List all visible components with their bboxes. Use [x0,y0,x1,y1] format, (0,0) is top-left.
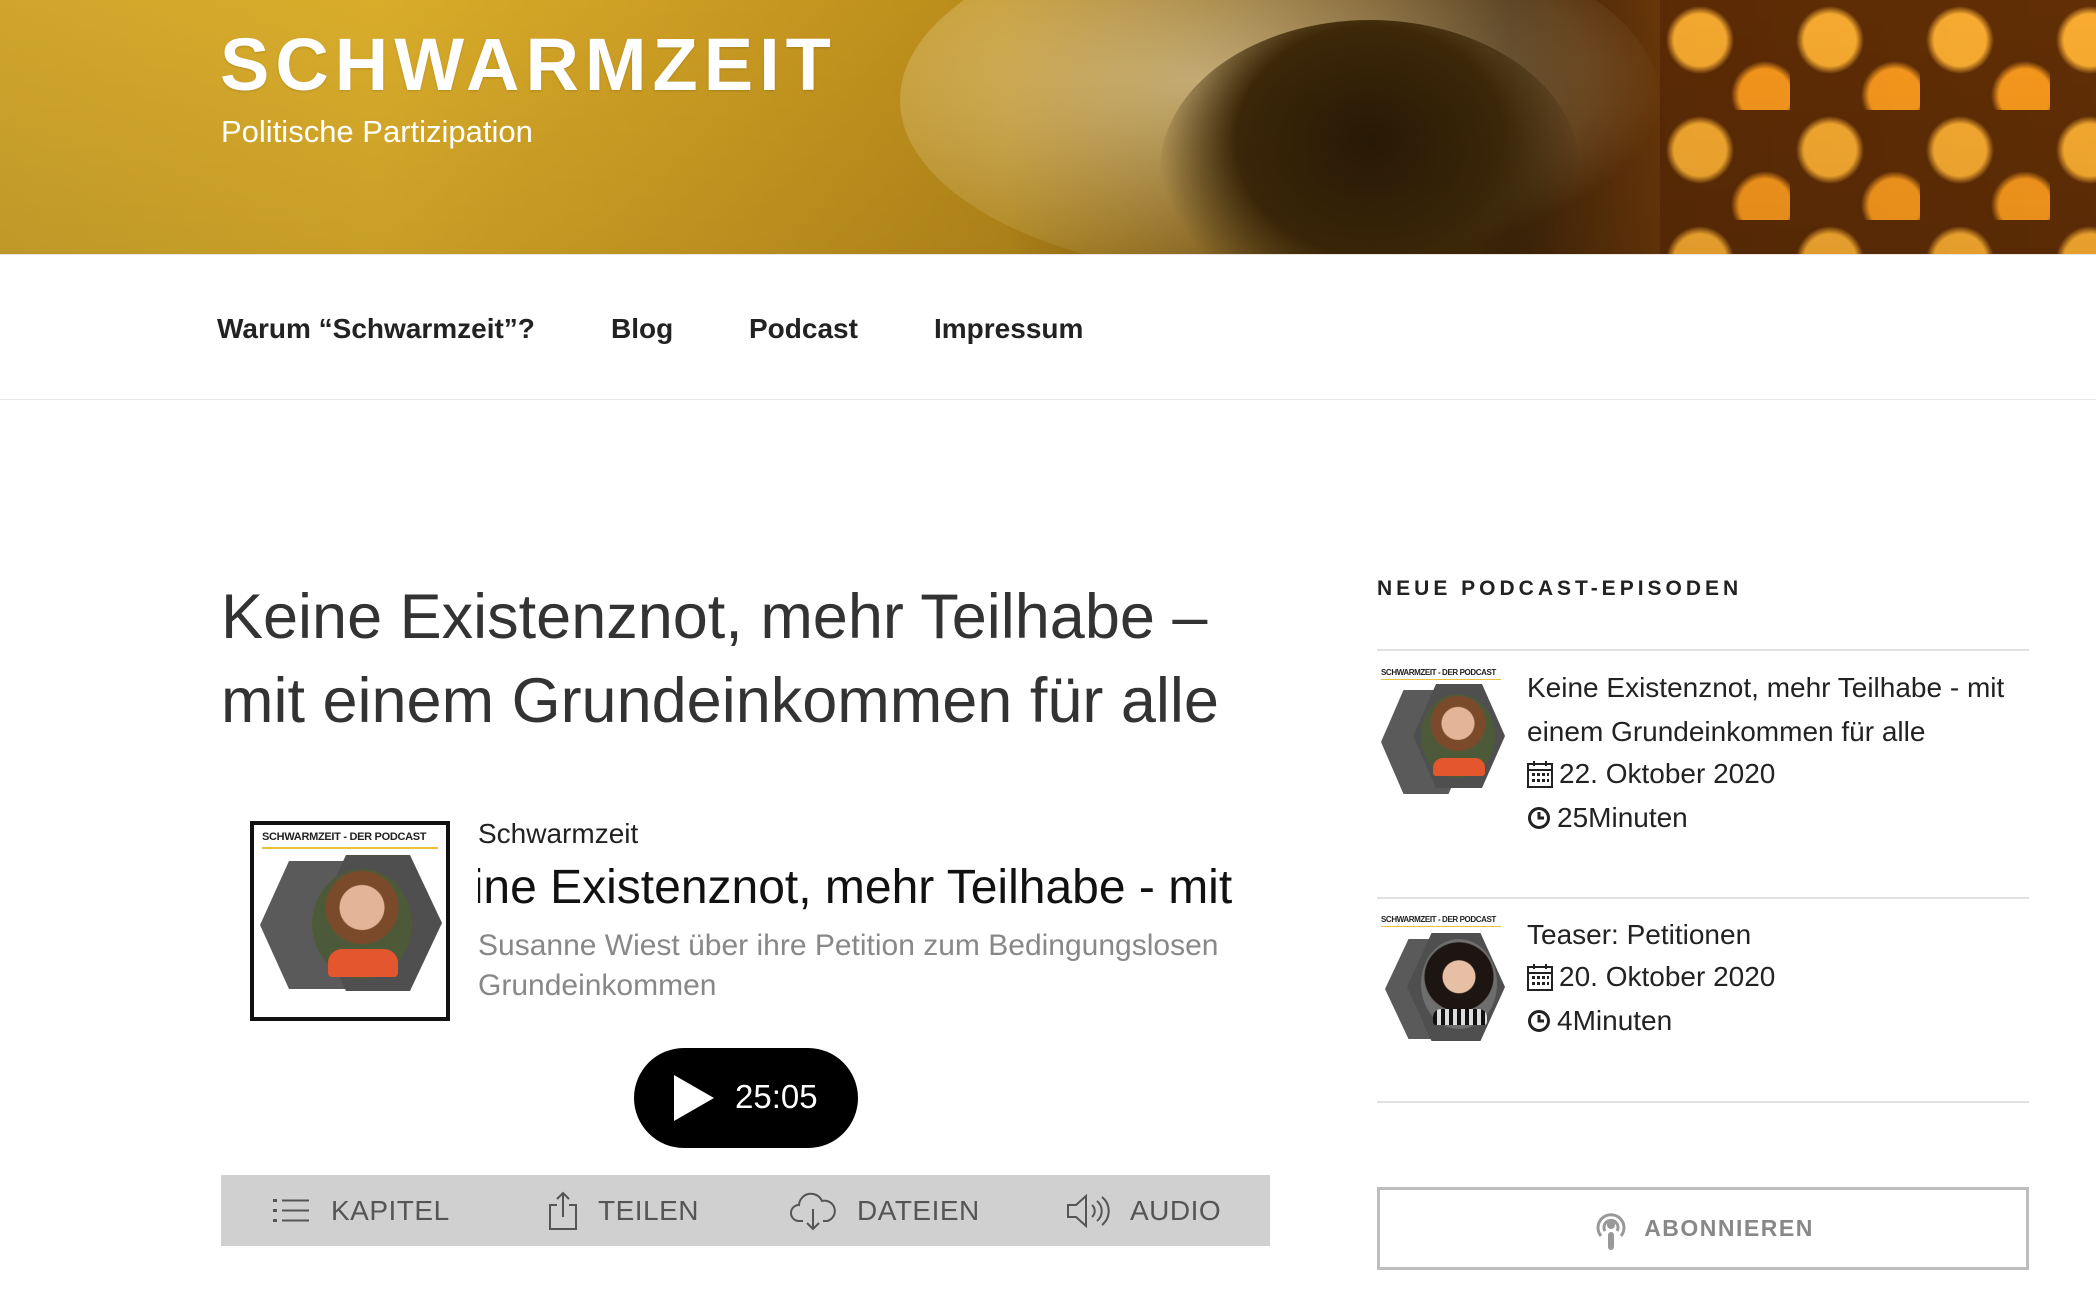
site-tagline: Politische Partizipation [221,114,533,149]
tab-kapitel[interactable]: KAPITEL [273,1175,450,1246]
site-header: SCHWARMZEIT Politische Partizipation [0,0,2096,254]
cloud-download-icon [790,1192,836,1230]
episode-link[interactable]: Teaser: Petitionen [1527,913,2027,957]
episode-duration-meta: 4Minuten [1527,1005,1672,1037]
tab-kapitel-label: KAPITEL [331,1194,450,1226]
subscribe-label: ABONNIEREN [1644,1215,1814,1241]
episode-link[interactable]: Keine Existenznot, mehr Teilhabe - mit e… [1527,666,2027,754]
tab-audio-label: AUDIO [1130,1194,1222,1226]
calendar-icon [1527,964,1553,991]
episode-title-marquee: Keine Existenznot, mehr Teilhabe - mit e… [478,860,1244,920]
episode-duration-meta: 25Minuten [1527,802,1688,834]
tab-teilen[interactable]: TEILEN [548,1175,699,1246]
thumbnail-label: SCHWARMZEIT - DER PODCAST [1381,668,1496,677]
player-tab-bar: KAPITEL TEILEN DATEIEN AUDIO [221,1175,1270,1246]
post-title: Keine Existenznot, mehr Teilhabe – mit e… [221,582,1219,736]
podcast-icon [1596,1212,1626,1250]
site-title[interactable]: SCHWARMZEIT [220,22,837,107]
episode-subtitle: Susanne Wiest über ihre Petition zum Bed… [478,929,1219,1002]
divider [1377,649,2029,651]
episode-thumbnail[interactable]: SCHWARMZEIT - DER PODCAST [1377,666,1507,796]
play-button[interactable]: 25:05 [634,1048,858,1148]
widget-title: NEUE PODCAST-EPISODEN [1377,577,1743,600]
tab-dateien[interactable]: DATEIEN [789,1175,980,1246]
subscribe-button[interactable]: ABONNIEREN [1377,1187,2029,1270]
episode-date: 20. Oktober 2020 [1527,961,1775,993]
speaker-icon [1067,1193,1110,1228]
list-icon [273,1198,309,1222]
clock-icon [1528,807,1550,829]
tab-teilen-label: TEILEN [598,1194,700,1226]
sidebar-episode[interactable]: SCHWARMZEIT - DER PODCAST Keine Existenz… [1377,666,2029,846]
cover-label: SCHWARMZEIT - DER PODCAST [262,831,427,843]
episode-duration-text: 4Minuten [1557,1005,1673,1036]
episode-date-text: 20. Oktober 2020 [1559,961,1776,992]
nav-item-warum-schwarmzeit[interactable]: Warum “Schwarmzeit”? [217,313,535,345]
podcast-player: SCHWARMZEIT - DER PODCAST Schwarmzeit Ke… [221,810,1270,1246]
share-icon [549,1191,577,1230]
episode-title: Keine Existenznot, mehr Teilhabe - mit e… [478,861,1244,914]
clock-icon [1528,1010,1550,1032]
show-name: Schwarmzeit [478,818,639,849]
tab-audio[interactable]: AUDIO [1066,1175,1221,1246]
divider [1377,897,2029,899]
episode-duration-text: 25Minuten [1557,802,1688,833]
thumbnail-label: SCHWARMZEIT - DER PODCAST [1381,915,1496,924]
episode-duration: 25:05 [735,1078,818,1115]
calendar-icon [1527,761,1553,788]
nav-item-impressum[interactable]: Impressum [934,313,1083,345]
episode-thumbnail[interactable]: SCHWARMZEIT - DER PODCAST [1377,913,1507,1043]
play-icon [674,1075,714,1121]
nav-item-blog[interactable]: Blog [611,313,673,345]
episode-cover: SCHWARMZEIT - DER PODCAST [250,821,450,1021]
episode-date-text: 22. Oktober 2020 [1559,758,1776,789]
tab-dateien-label: DATEIEN [857,1194,980,1226]
sidebar-episode[interactable]: SCHWARMZEIT - DER PODCAST Teaser: Petiti… [1377,913,2029,1063]
divider [1377,1101,2029,1103]
episode-date: 22. Oktober 2020 [1527,758,1775,790]
nav-item-podcast[interactable]: Podcast [749,313,858,345]
main-navigation: Warum “Schwarmzeit”? Blog Podcast Impres… [0,254,2096,400]
